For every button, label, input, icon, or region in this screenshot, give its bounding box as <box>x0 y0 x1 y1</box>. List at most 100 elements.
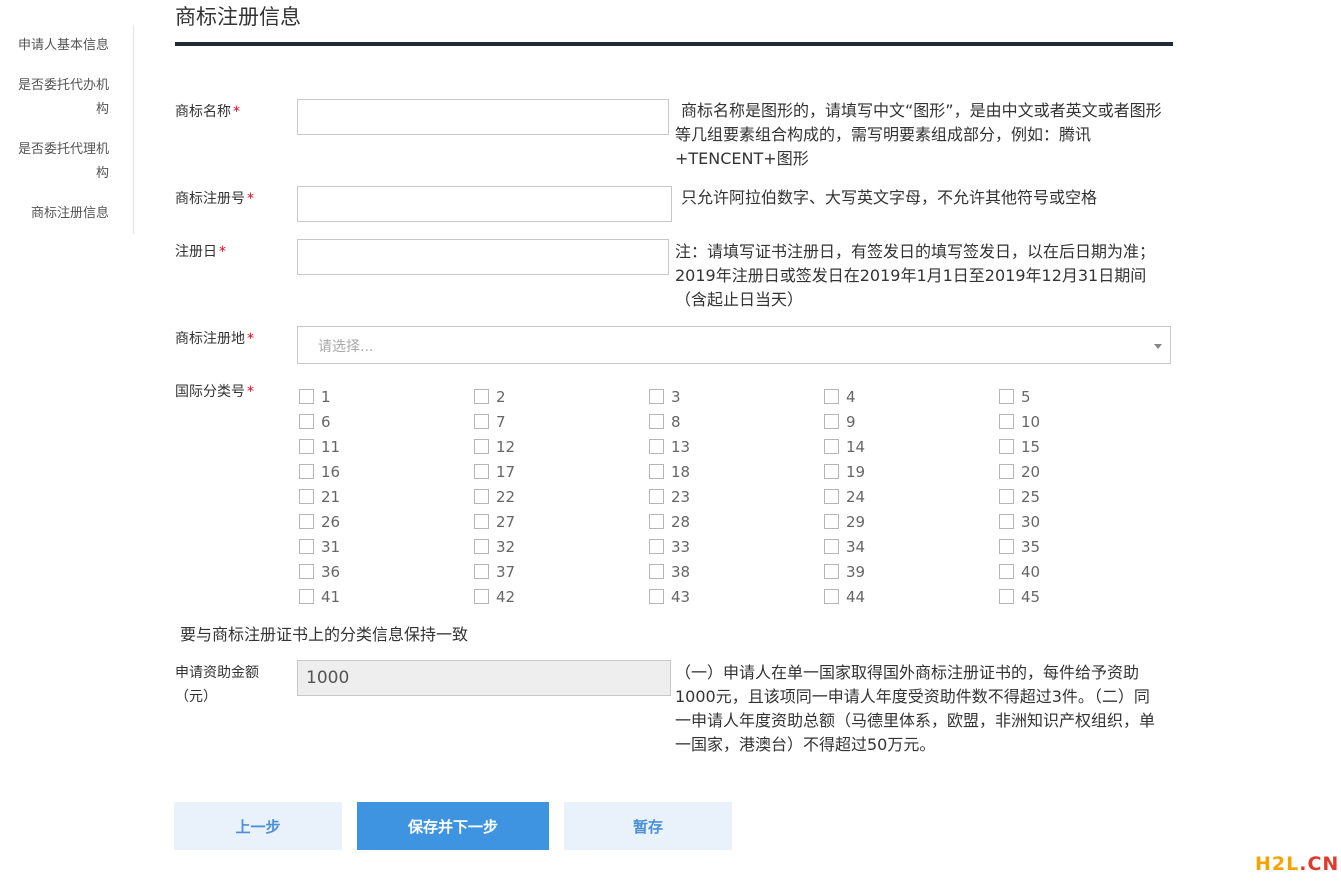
intl-class-option[interactable]: 42 <box>474 584 649 609</box>
temp-save-button[interactable]: 暂存 <box>564 802 732 850</box>
intl-class-option[interactable]: 29 <box>824 509 999 534</box>
checkbox-icon[interactable] <box>999 389 1014 404</box>
checkbox-icon[interactable] <box>299 464 314 479</box>
intl-class-option[interactable]: 25 <box>999 484 1174 509</box>
checkbox-icon[interactable] <box>824 414 839 429</box>
intl-class-option[interactable]: 11 <box>299 434 474 459</box>
checkbox-icon[interactable] <box>824 464 839 479</box>
intl-class-option[interactable]: 13 <box>649 434 824 459</box>
sidebar-item-agency-commission[interactable]: 是否委托代办机 构 <box>4 74 109 122</box>
checkbox-icon[interactable] <box>474 589 489 604</box>
checkbox-icon[interactable] <box>474 464 489 479</box>
intl-class-option[interactable]: 19 <box>824 459 999 484</box>
intl-class-option[interactable]: 39 <box>824 559 999 584</box>
intl-class-option[interactable]: 7 <box>474 409 649 434</box>
checkbox-icon[interactable] <box>299 564 314 579</box>
intl-class-option[interactable]: 3 <box>649 384 824 409</box>
checkbox-icon[interactable] <box>824 539 839 554</box>
checkbox-icon[interactable] <box>299 589 314 604</box>
save-and-next-button[interactable]: 保存并下一步 <box>357 802 549 850</box>
checkbox-icon[interactable] <box>824 514 839 529</box>
intl-class-option[interactable]: 38 <box>649 559 824 584</box>
intl-class-option[interactable]: 24 <box>824 484 999 509</box>
intl-class-option[interactable]: 26 <box>299 509 474 534</box>
intl-class-option[interactable]: 41 <box>299 584 474 609</box>
intl-class-option[interactable]: 8 <box>649 409 824 434</box>
checkbox-icon[interactable] <box>999 589 1014 604</box>
intl-class-option[interactable]: 40 <box>999 559 1174 584</box>
checkbox-icon[interactable] <box>649 539 664 554</box>
checkbox-icon[interactable] <box>999 414 1014 429</box>
intl-class-option[interactable]: 30 <box>999 509 1174 534</box>
checkbox-icon[interactable] <box>824 489 839 504</box>
checkbox-icon[interactable] <box>474 414 489 429</box>
intl-class-option[interactable]: 9 <box>824 409 999 434</box>
checkbox-icon[interactable] <box>824 439 839 454</box>
checkbox-icon[interactable] <box>999 539 1014 554</box>
sidebar-item-agent-commission[interactable]: 是否委托代理机 构 <box>4 138 109 186</box>
checkbox-icon[interactable] <box>474 439 489 454</box>
intl-class-option[interactable]: 35 <box>999 534 1174 559</box>
checkbox-icon[interactable] <box>299 539 314 554</box>
intl-class-option[interactable]: 22 <box>474 484 649 509</box>
sidebar-item-trademark-info[interactable]: 商标注册信息 <box>4 202 109 226</box>
checkbox-icon[interactable] <box>824 389 839 404</box>
prev-step-button[interactable]: 上一步 <box>174 802 342 850</box>
intl-class-option[interactable]: 44 <box>824 584 999 609</box>
checkbox-icon[interactable] <box>649 439 664 454</box>
checkbox-icon[interactable] <box>474 389 489 404</box>
intl-class-option[interactable]: 4 <box>824 384 999 409</box>
intl-class-option[interactable]: 20 <box>999 459 1174 484</box>
checkbox-icon[interactable] <box>649 464 664 479</box>
checkbox-icon[interactable] <box>649 514 664 529</box>
intl-class-option[interactable]: 15 <box>999 434 1174 459</box>
checkbox-icon[interactable] <box>474 489 489 504</box>
intl-class-option[interactable]: 12 <box>474 434 649 459</box>
intl-class-option[interactable]: 21 <box>299 484 474 509</box>
checkbox-icon[interactable] <box>649 564 664 579</box>
intl-class-option[interactable]: 34 <box>824 534 999 559</box>
intl-class-option[interactable]: 27 <box>474 509 649 534</box>
checkbox-icon[interactable] <box>299 389 314 404</box>
intl-class-option[interactable]: 28 <box>649 509 824 534</box>
intl-class-option[interactable]: 33 <box>649 534 824 559</box>
checkbox-icon[interactable] <box>649 389 664 404</box>
intl-class-option[interactable]: 43 <box>649 584 824 609</box>
checkbox-icon[interactable] <box>649 589 664 604</box>
intl-class-option[interactable]: 10 <box>999 409 1174 434</box>
intl-class-option[interactable]: 23 <box>649 484 824 509</box>
checkbox-icon[interactable] <box>299 489 314 504</box>
checkbox-icon[interactable] <box>999 489 1014 504</box>
checkbox-icon[interactable] <box>999 564 1014 579</box>
checkbox-icon[interactable] <box>649 414 664 429</box>
intl-class-option[interactable]: 5 <box>999 384 1174 409</box>
checkbox-icon[interactable] <box>824 589 839 604</box>
intl-class-option[interactable]: 37 <box>474 559 649 584</box>
intl-class-option[interactable]: 17 <box>474 459 649 484</box>
reg-number-input[interactable] <box>297 186 672 222</box>
checkbox-icon[interactable] <box>474 514 489 529</box>
intl-class-option[interactable]: 36 <box>299 559 474 584</box>
checkbox-icon[interactable] <box>299 414 314 429</box>
checkbox-icon[interactable] <box>299 439 314 454</box>
intl-class-option[interactable]: 18 <box>649 459 824 484</box>
intl-class-option[interactable]: 45 <box>999 584 1174 609</box>
checkbox-icon[interactable] <box>999 514 1014 529</box>
checkbox-icon[interactable] <box>299 514 314 529</box>
checkbox-icon[interactable] <box>649 489 664 504</box>
sidebar-item-applicant-info[interactable]: 申请人基本信息 <box>4 34 109 58</box>
trademark-name-input[interactable] <box>297 99 669 135</box>
reg-place-select[interactable]: 请选择... <box>297 326 1171 364</box>
checkbox-icon[interactable] <box>999 464 1014 479</box>
intl-class-option[interactable]: 2 <box>474 384 649 409</box>
reg-date-input[interactable] <box>297 239 669 275</box>
checkbox-icon[interactable] <box>474 539 489 554</box>
checkbox-icon[interactable] <box>824 564 839 579</box>
intl-class-option[interactable]: 14 <box>824 434 999 459</box>
checkbox-icon[interactable] <box>999 439 1014 454</box>
intl-class-option[interactable]: 31 <box>299 534 474 559</box>
intl-class-option[interactable]: 1 <box>299 384 474 409</box>
intl-class-option[interactable]: 6 <box>299 409 474 434</box>
checkbox-icon[interactable] <box>474 564 489 579</box>
intl-class-option[interactable]: 32 <box>474 534 649 559</box>
